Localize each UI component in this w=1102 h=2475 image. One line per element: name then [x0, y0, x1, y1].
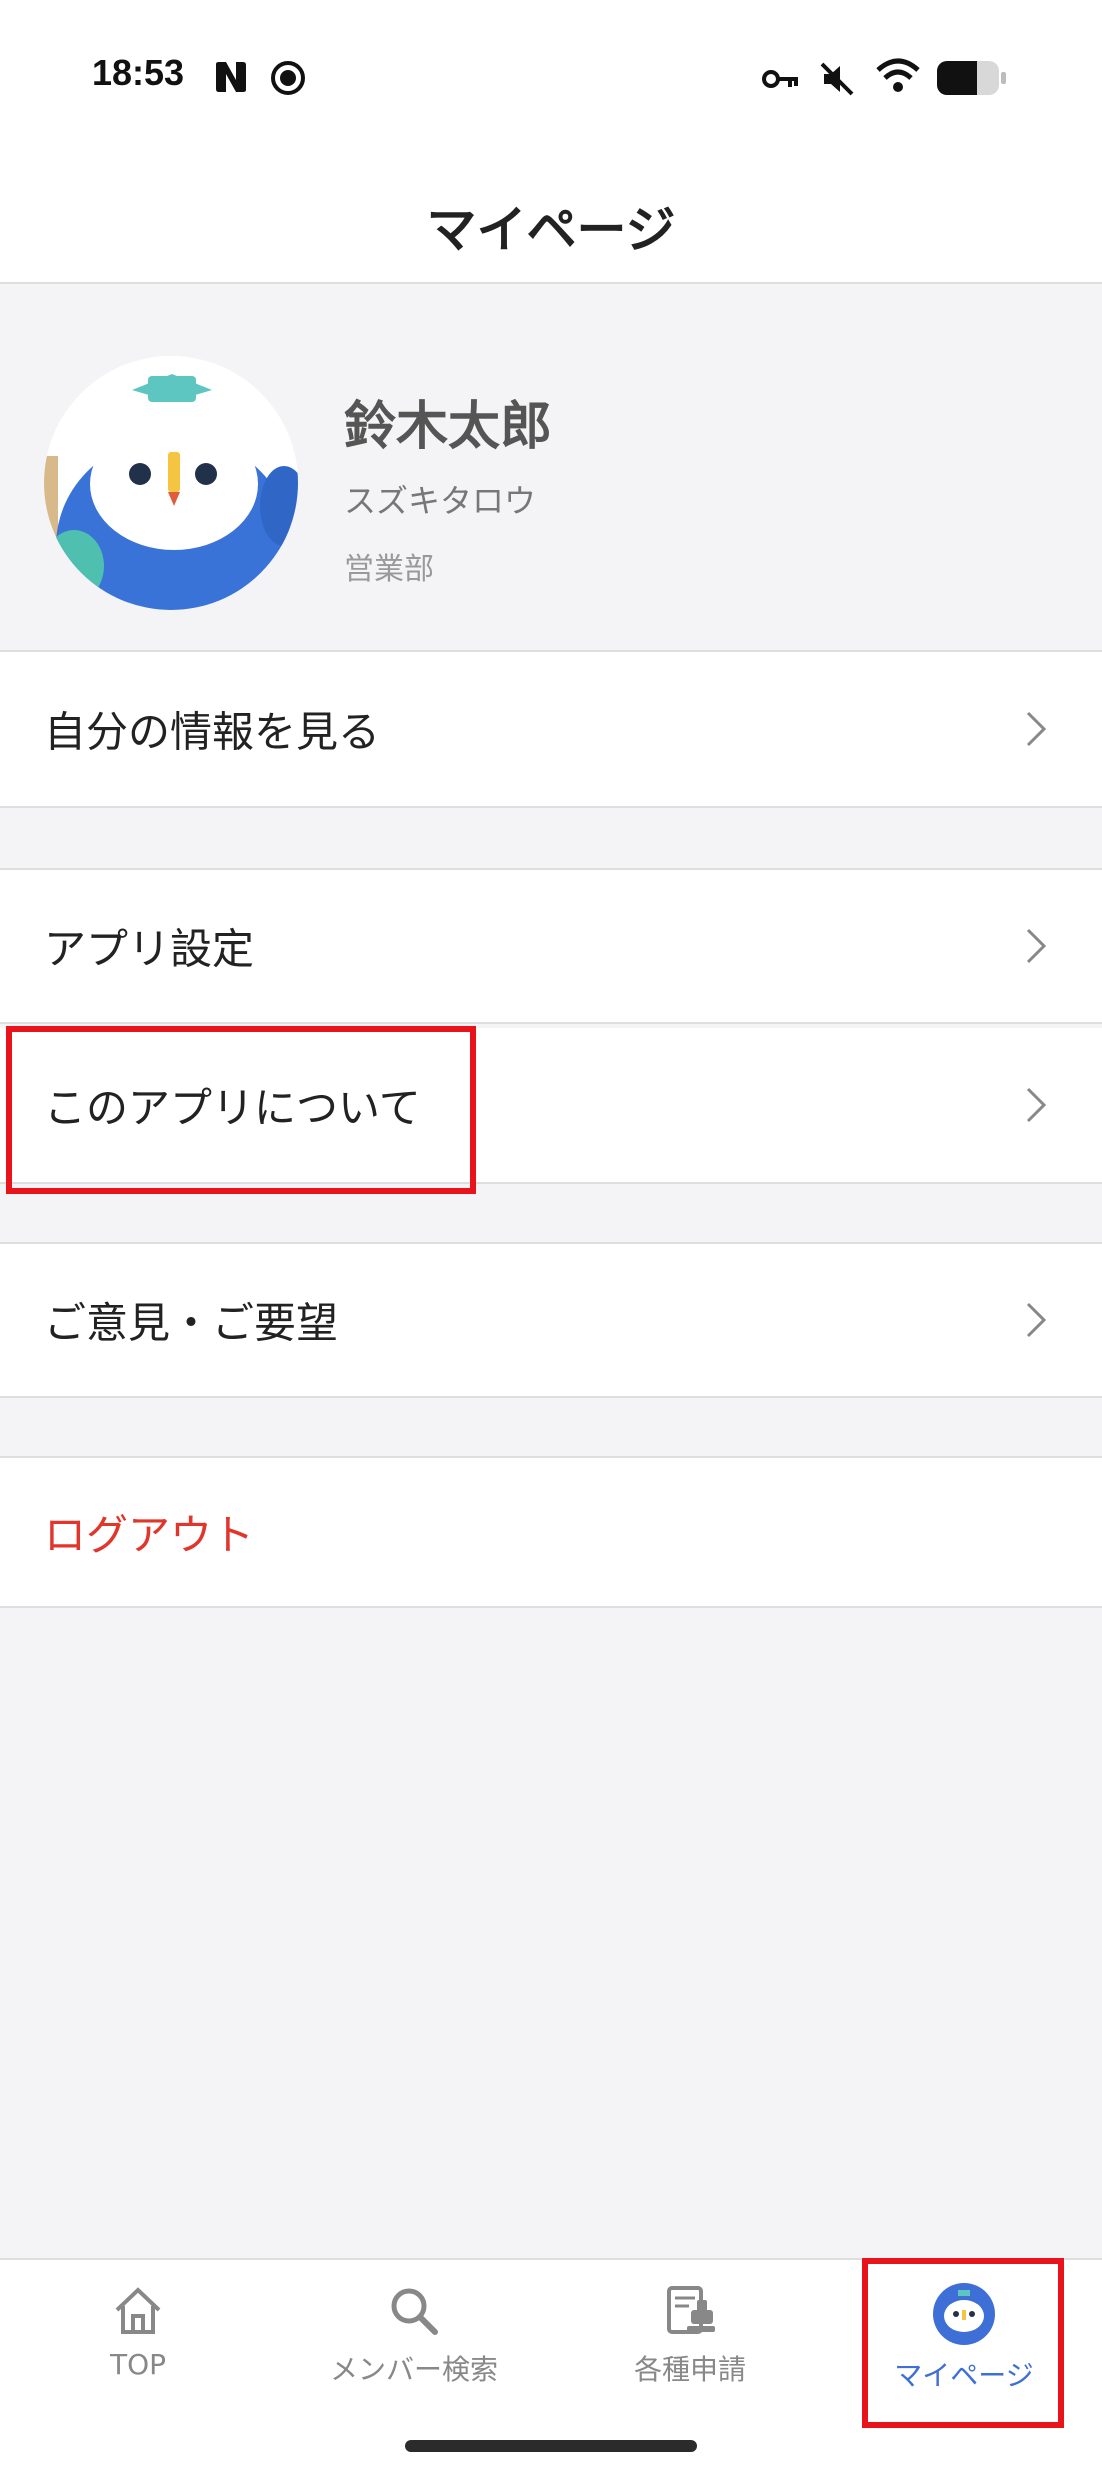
- profile-name-kana: スズキタロウ: [344, 482, 537, 520]
- wifi-icon: [876, 58, 920, 92]
- app-settings-row[interactable]: アプリ設定: [0, 868, 1102, 1024]
- battery-icon: [937, 61, 1006, 95]
- tab-my-page-label: マイページ: [894, 2359, 1034, 2392]
- view-my-info-label: 自分の情報を見る: [44, 707, 381, 757]
- home-icon: [115, 2287, 161, 2334]
- key-icon: [762, 70, 798, 88]
- feedback-row[interactable]: ご意見・ご要望: [0, 1242, 1102, 1398]
- search-icon: [391, 2288, 438, 2335]
- view-my-info-row[interactable]: 自分の情報を見る: [0, 652, 1102, 808]
- chevron-right-icon: [1026, 1087, 1047, 1123]
- chevron-right-icon: [1026, 1302, 1047, 1338]
- status-time: 18:53: [92, 52, 185, 93]
- page-title: マイページ: [426, 201, 676, 259]
- tab-applications[interactable]: 各種申請: [552, 2282, 828, 2432]
- navigation-bar: マイページ: [0, 150, 1102, 284]
- n-app-icon: [216, 62, 246, 92]
- logout-row[interactable]: ログアウト: [0, 1456, 1102, 1608]
- record-icon: [271, 61, 305, 95]
- mute-icon: [820, 62, 854, 96]
- tab-my-page[interactable]: マイページ: [826, 2282, 1102, 2432]
- app-settings-label: アプリ設定: [44, 924, 255, 974]
- about-app-row[interactable]: このアプリについて: [0, 1028, 1102, 1184]
- tab-top-label: TOP: [109, 2348, 167, 2381]
- profile-department: 営業部: [344, 552, 434, 587]
- owl-mascot-icon: [933, 2283, 995, 2345]
- logout-label: ログアウト: [44, 1510, 255, 1560]
- status-bar: 18:53: [0, 0, 1102, 150]
- tab-member-search-label: メンバー検索: [329, 2353, 498, 2386]
- tab-top[interactable]: TOP: [0, 2282, 276, 2432]
- profile-header: 鈴木太郎 スズキタロウ 営業部: [0, 286, 1102, 652]
- avatar: [44, 356, 298, 610]
- profile-name: 鈴木太郎: [344, 397, 553, 457]
- tab-member-search[interactable]: メンバー検索: [276, 2282, 552, 2432]
- feedback-label: ご意見・ご要望: [44, 1298, 339, 1348]
- application-form-icon: [667, 2286, 715, 2334]
- chevron-right-icon: [1026, 928, 1047, 964]
- chevron-right-icon: [1026, 711, 1047, 747]
- about-app-label: このアプリについて: [44, 1083, 421, 1133]
- owl-mascot-icon: [44, 356, 298, 610]
- home-indicator: [405, 2440, 697, 2452]
- tab-applications-label: 各種申請: [633, 2353, 746, 2386]
